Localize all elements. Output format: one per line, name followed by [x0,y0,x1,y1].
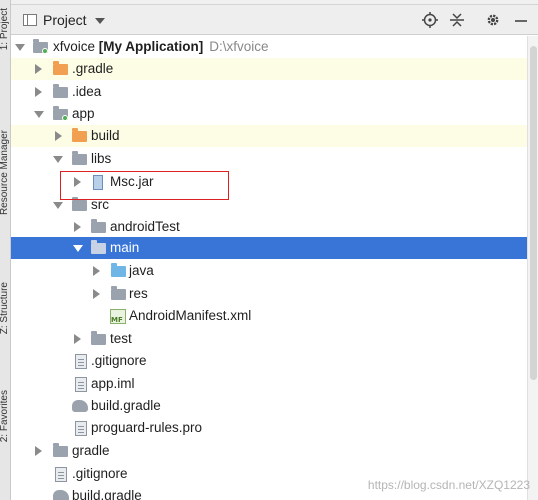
tree-label: build.gradle [72,488,142,500]
side-tab-project[interactable]: 1: Project [0,8,10,50]
tree-row-gradle[interactable]: gradle [11,440,527,462]
gear-icon[interactable] [485,12,501,28]
module-badge-icon [42,48,48,54]
tree-row-idea[interactable]: .idea [11,81,527,103]
expand-arrow-icon[interactable] [93,266,100,276]
panel-title[interactable]: Project [43,12,87,28]
tree-label: app [72,106,95,121]
tree-label: .gitignore [72,466,128,481]
text-file-icon [75,354,87,369]
root-module: [My Application] [98,39,204,54]
tree-label: AndroidManifest.xml [129,308,252,323]
tree-row-libs[interactable]: libs [11,148,527,170]
tree-label: gradle [72,443,110,458]
expand-arrow-icon[interactable] [15,44,25,51]
side-tab-resource-manager[interactable]: Resource Manager [0,130,10,215]
tree-row-app-iml[interactable]: app.iml [11,373,527,395]
crosshair-icon[interactable] [422,12,438,28]
scrollbar-thumb[interactable] [530,46,537,380]
project-tree: xfvoice [My Application] D:\xfvoice .grad… [11,36,527,500]
manifest-file-icon: MF [110,309,126,324]
tree-label: java [129,263,154,278]
tree-row-androidtest[interactable]: androidTest [11,216,527,238]
tree-row-main[interactable]: main [11,237,527,259]
expand-arrow-icon[interactable] [74,334,81,344]
text-file-icon [75,421,87,436]
gradle-elephant-icon [72,400,88,412]
tree-label: androidTest [110,219,180,234]
root-name: xfvoice [53,39,96,54]
folder-icon [72,151,87,165]
tree-label: res [129,286,148,301]
vertical-scrollbar[interactable] [527,36,538,500]
minimize-icon[interactable] [513,12,529,28]
expand-arrow-icon[interactable] [35,446,42,456]
tree-row-manifest[interactable]: MF AndroidManifest.xml [11,305,527,327]
tree-label: build.gradle [91,398,161,413]
tree-label: build [91,128,120,143]
project-view-icon [23,14,37,26]
text-file-icon [55,467,67,482]
collapse-all-icon[interactable] [449,12,465,28]
expand-arrow-icon[interactable] [53,202,63,209]
tree-row-proguard[interactable]: proguard-rules.pro [11,417,527,439]
expand-arrow-icon[interactable] [34,111,44,118]
expand-arrow-icon[interactable] [35,87,42,97]
folder-icon [53,84,68,98]
left-tool-strip: 1: Project Resource Manager Z: Structure… [0,0,11,500]
tree-label: .idea [72,84,102,99]
folder-icon [53,61,68,75]
folder-icon [91,219,106,233]
folder-icon [72,197,87,211]
project-panel-header: Project [11,5,538,35]
expand-arrow-icon[interactable] [73,245,83,252]
expand-arrow-icon[interactable] [35,64,42,74]
tree-label: app.iml [91,376,135,391]
folder-icon [91,331,106,345]
expand-arrow-icon[interactable] [93,289,100,299]
tree-row-app-build-gradle[interactable]: build.gradle [11,395,527,417]
tree-row-app-gitignore[interactable]: .gitignore [11,350,527,372]
folder-icon [53,443,68,457]
tree-row-res[interactable]: res [11,283,527,305]
tree-row-gradle-dir[interactable]: .gradle [11,58,527,80]
watermark-text: https://blog.csdn.net/XZQ1223 [367,478,530,492]
root-path: D:\xfvoice [209,39,269,54]
highlight-box [60,171,229,200]
tree-label: libs [91,151,112,166]
source-folder-icon [111,263,126,277]
gradle-elephant-icon [53,490,69,500]
tree-row-build[interactable]: build [11,125,527,147]
folder-icon [91,240,106,254]
tree-row-root[interactable]: xfvoice [My Application] D:\xfvoice [11,36,527,58]
iml-file-icon [75,377,87,392]
tree-label: .gitignore [91,353,147,368]
chevron-down-icon[interactable] [95,18,105,24]
expand-arrow-icon[interactable] [55,131,62,141]
tree-row-app[interactable]: app [11,103,527,125]
expand-arrow-icon[interactable] [53,156,63,163]
tree-label: test [110,331,132,346]
tree-label: .gradle [72,61,114,76]
tree-label: proguard-rules.pro [91,420,203,435]
expand-arrow-icon[interactable] [74,222,81,232]
module-badge-icon [62,115,68,121]
resources-folder-icon [111,286,126,300]
tree-row-test[interactable]: test [11,328,527,350]
tree-row-java[interactable]: java [11,260,527,282]
side-tab-structure[interactable]: Z: Structure [0,282,10,334]
tree-label: main [110,240,140,255]
side-tab-favorites[interactable]: 2: Favorites [0,390,10,442]
folder-icon [72,128,87,142]
